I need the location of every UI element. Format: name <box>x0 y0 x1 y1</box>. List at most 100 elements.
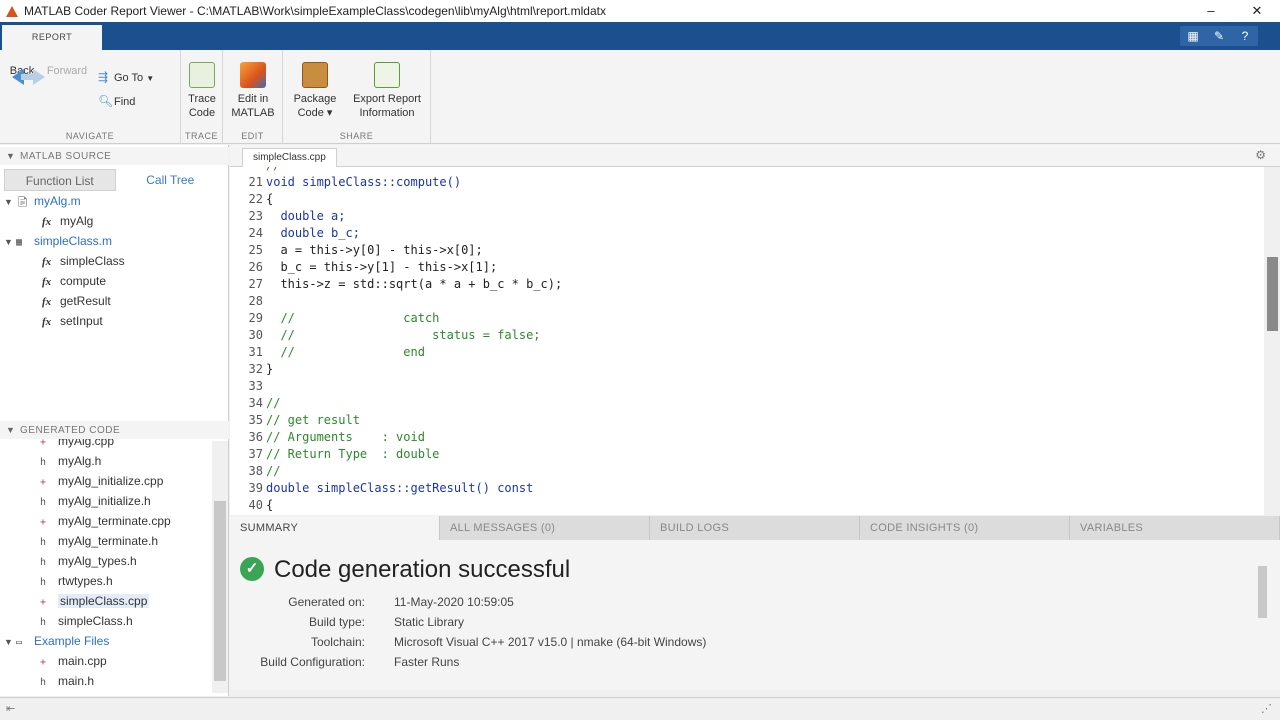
code-line: 39 double simpleClass::getResult() const <box>230 480 534 497</box>
source-subtabs: Function List Call Tree <box>4 169 225 191</box>
line-number: 27 <box>248 277 263 291</box>
code-line: 23 double a; <box>230 208 346 225</box>
file-item-myalg-terminate-cpp[interactable]: + myAlg_terminate.cpp <box>40 511 171 531</box>
scrollbar-thumb[interactable] <box>1258 566 1267 618</box>
file-item-main-h[interactable]: h main.h <box>40 671 94 691</box>
file-label: myAlg_terminate.h <box>58 534 159 548</box>
tab-simpleclass-cpp[interactable]: simpleClass.cpp <box>242 148 337 167</box>
tree-item-label: myAlg <box>60 214 94 228</box>
header-file-icon: h <box>40 457 47 468</box>
code-text: double simpleClass::getResult() const <box>266 481 534 495</box>
code-text: a = this->y[0] - this->x[0]; <box>266 243 483 257</box>
file-item-myalg-initialize-cpp[interactable]: + myAlg_initialize.cpp <box>40 471 163 491</box>
export-report-button[interactable]: Export Report Information <box>347 62 427 120</box>
tree-item-simpleclass[interactable]: fx simpleClass <box>42 251 125 271</box>
tree-item-label: Example Files <box>34 634 110 648</box>
code-line: 35// get result <box>230 412 360 429</box>
tree-item-getresult[interactable]: fx getResult <box>42 291 111 311</box>
code-text: // <box>266 464 281 478</box>
tab-build-logs[interactable]: BUILD LOGS <box>650 516 860 540</box>
tree-item-label: setInput <box>60 314 103 328</box>
editor-scrollbar[interactable] <box>1264 167 1280 515</box>
tree-item-setinput[interactable]: fx setInput <box>42 311 103 331</box>
file-item-myalg-cpp[interactable]: + myAlg.cpp <box>40 439 114 451</box>
code-line: 27 this->z = std::sqrt(a * a + b_c * b_c… <box>230 276 563 293</box>
success-check-icon: ✓ <box>240 557 264 581</box>
file-item-simpleclass-cpp[interactable]: + simpleClass.cpp <box>40 591 150 611</box>
tab-code-insights[interactable]: CODE INSIGHTS (0) <box>860 516 1070 540</box>
window-controls: – ✕ <box>1188 0 1280 22</box>
code-text: } <box>266 362 274 376</box>
code-text: { <box>266 498 274 512</box>
code-line: 24 double b_c; <box>230 225 360 242</box>
line-number: 21 <box>248 175 263 189</box>
scrollbar-thumb[interactable] <box>214 501 226 681</box>
code-text: double a; <box>266 209 346 223</box>
layout-icon[interactable]: ▦ <box>1180 26 1206 46</box>
tab-function-list[interactable]: Function List <box>4 169 116 191</box>
tree-item-simpleclass-m[interactable]: ▼ ▦ simpleClass.m <box>4 231 112 251</box>
generated-files-list: + myAlg.cpp h myAlg.h + myAlg_initialize.cp… <box>0 439 212 691</box>
resize-grip-icon[interactable]: ⋰ <box>1261 702 1272 715</box>
tree-item-myalg[interactable]: fx myAlg <box>42 211 93 231</box>
cpp-file-icon: + <box>40 657 47 668</box>
code-editor[interactable]: // 21void simpleClass::compute() 22{ 23 … <box>230 167 1264 515</box>
collapse-icon: ▼ <box>4 197 13 207</box>
help-icon[interactable]: ? <box>1232 26 1258 46</box>
code-line: 37// Return Type : double <box>230 446 440 463</box>
function-icon: fx <box>42 256 52 268</box>
line-number: 28 <box>248 294 263 308</box>
edit-section-label: EDIT <box>241 131 264 141</box>
summary-heading: Code generation successful <box>274 556 571 583</box>
tab-summary[interactable]: SUMMARY <box>230 516 440 540</box>
file-item-main-cpp[interactable]: + main.cpp <box>40 651 107 671</box>
package-code-button[interactable]: Package Code ▾ <box>289 62 341 120</box>
tree-item-label: simpleClass <box>60 254 125 268</box>
settings-icon[interactable]: ✎ <box>1206 26 1232 46</box>
tree-item-example-files[interactable]: ▼ ▭ Example Files <box>4 631 109 651</box>
tab-report[interactable]: REPORT <box>2 25 102 50</box>
tree-item-compute[interactable]: fx compute <box>42 271 106 291</box>
scrollbar-thumb[interactable] <box>1267 257 1278 331</box>
edit-in-matlab-button[interactable]: Edit in MATLAB <box>227 62 279 120</box>
file-label: myAlg.h <box>58 454 102 468</box>
find-button[interactable]: 🔍︎Find <box>98 94 135 108</box>
summary-key: Build type: <box>308 615 365 629</box>
tab-variables[interactable]: VARIABLES <box>1070 516 1280 540</box>
trace-code-label-1: Trace <box>188 93 216 105</box>
summary-horizontal-scrollbar[interactable] <box>230 672 1254 688</box>
line-number: 31 <box>248 345 263 359</box>
file-item-rtwtypes-h[interactable]: h rtwtypes.h <box>40 571 113 591</box>
file-item-myalg-h[interactable]: h myAlg.h <box>40 451 101 471</box>
code-text: // Arguments : void <box>266 430 425 444</box>
file-item-simpleclass-h[interactable]: h simpleClass.h <box>40 611 133 631</box>
tree-item-label: simpleClass.m <box>34 234 113 248</box>
tab-all-messages[interactable]: ALL MESSAGES (0) <box>440 516 650 540</box>
export-report-label-2: Information <box>359 107 415 119</box>
goto-button[interactable]: ⇶ Go To ▼ <box>98 70 154 84</box>
trace-code-button[interactable]: Trace Code <box>183 62 221 120</box>
tab-call-tree[interactable]: Call Tree <box>115 169 225 191</box>
code-text: this->z = std::sqrt(a * a + b_c * b_c); <box>266 277 563 291</box>
edit-in-matlab-label-1: Edit in <box>237 93 269 105</box>
share-section-label: SHARE <box>339 131 374 141</box>
tree-item-myalg-m[interactable]: ▼ 📄︎ myAlg.m <box>4 191 81 211</box>
summary-value: Faster Runs <box>394 655 460 669</box>
file-item-myalg-terminate-h[interactable]: h myAlg_terminate.h <box>40 531 158 551</box>
header-file-icon: h <box>40 617 47 628</box>
forward-button[interactable]: Forward <box>44 64 90 78</box>
generated-code-header[interactable]: ▼ GENERATED CODE <box>0 421 229 439</box>
gear-icon[interactable]: ⚙ <box>1255 148 1266 162</box>
matlab-source-header[interactable]: ▼ MATLAB SOURCE <box>0 147 229 165</box>
generated-code-scrollbar[interactable] <box>212 441 228 693</box>
collapse-icon: ▼ <box>6 151 16 161</box>
summary-row: Generated on: 11-May-2020 10:59:05 <box>230 592 1130 612</box>
minimize-button[interactable]: – <box>1188 0 1234 22</box>
close-button[interactable]: ✕ <box>1234 0 1280 22</box>
folder-icon: ▭ <box>16 637 23 648</box>
file-item-myalg-types-h[interactable]: h myAlg_types.h <box>40 551 137 571</box>
summary-scrollbar[interactable] <box>1256 552 1270 684</box>
file-item-myalg-initialize-h[interactable]: h myAlg_initialize.h <box>40 491 151 511</box>
cpp-file-icon: + <box>40 477 47 488</box>
line-number: 30 <box>248 328 263 342</box>
